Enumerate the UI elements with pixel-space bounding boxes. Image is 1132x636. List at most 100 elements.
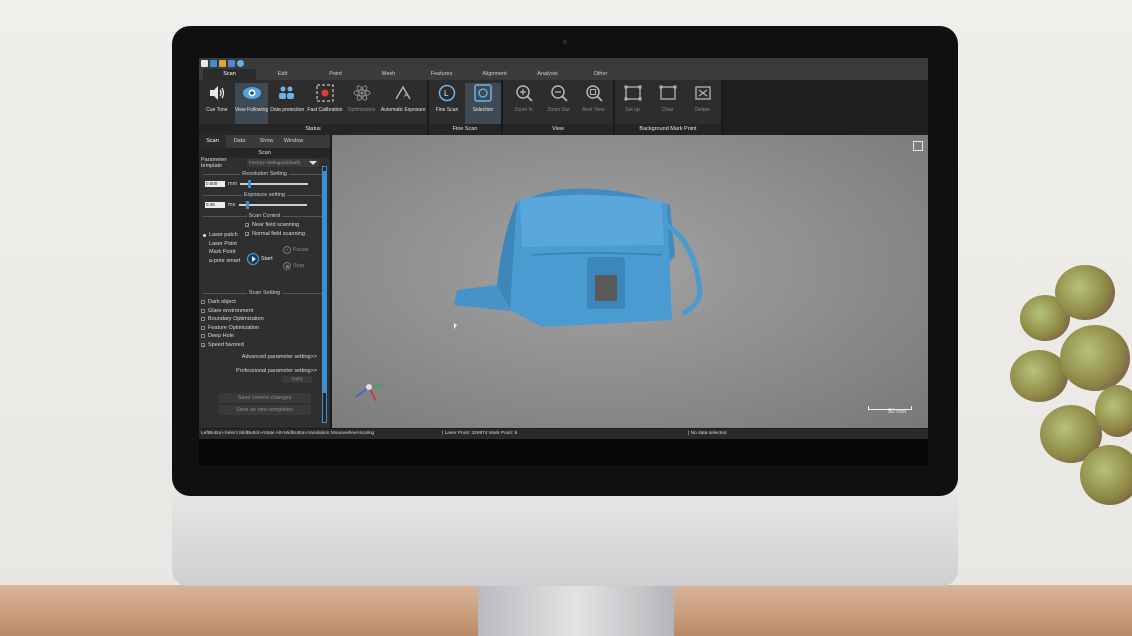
exposure-unit: ms [228, 202, 236, 208]
quick-access-toolbar [199, 58, 928, 69]
boundary-optimization-checkbox[interactable]: Boundary Optimization [199, 315, 330, 324]
advanced-parameter-link[interactable]: Advanced parameter setting>> [199, 352, 330, 362]
speed-favored-checkbox[interactable]: ✓ Speed favored [199, 341, 330, 350]
zoom-in-button[interactable]: Zoom In [506, 83, 541, 124]
status-selection: | No data selected [688, 431, 727, 436]
exposure-slider-thumb[interactable] [245, 201, 249, 209]
automatic-exposure-button[interactable]: A Automatic Exposure [379, 83, 427, 124]
resolution-slider-thumb[interactable] [248, 180, 252, 188]
atom-icon [352, 83, 372, 103]
scan-control-area: ✓ Near field scanning ✓ Normal field scann… [199, 221, 330, 287]
save-icon[interactable] [228, 60, 235, 67]
resolution-section-title: Resolution Setting [203, 170, 326, 179]
ribbon-group-view: Zoom In Zoom Out Best View View [503, 80, 615, 135]
menu-tab-other[interactable]: Other [574, 69, 627, 80]
selection-button[interactable]: Selection [465, 83, 501, 124]
ribbon-group-background-mark-point: Set up Clear Delete Background Mark Poin… [615, 80, 723, 135]
near-field-checkbox[interactable]: ✓ Near field scanning [243, 221, 299, 230]
ribbon-group-status-title: Status [199, 124, 427, 135]
set-up-button[interactable]: Set up [615, 83, 650, 124]
fine-scan-button[interactable]: L Fine Scan [429, 83, 465, 124]
ribbon-group-background-mark-point-title: Background Mark Point [615, 124, 721, 135]
resolution-slider[interactable] [240, 180, 309, 188]
mode-a-prior-smart[interactable]: a-prior smart [201, 257, 241, 266]
scan-mode-list: Laser patch Laser Point Mark Point a-pri… [201, 231, 241, 265]
panel-tab-data[interactable]: Data [226, 135, 253, 148]
clear-button[interactable]: Clear [650, 83, 685, 124]
menu-tab-features[interactable]: Features [415, 69, 468, 80]
deep-hole-checkbox[interactable]: Deep Hole [199, 332, 330, 341]
scan-control-section-title: Scan Control [203, 212, 326, 221]
open-folder-icon[interactable] [219, 60, 226, 67]
exposure-input[interactable]: 0.26 [205, 202, 225, 208]
webcam [563, 40, 567, 44]
panel-tabs: Scan Data Show Window [199, 135, 330, 148]
mouse-cursor [454, 323, 457, 329]
save-as-new-templates-button[interactable]: Save as new templates [218, 405, 311, 415]
panel-tab-show[interactable]: Show [253, 135, 280, 148]
3d-viewport[interactable]: Y 50 mm [332, 135, 928, 428]
normal-field-checkbox[interactable]: ✓ Normal field scanning [243, 230, 305, 239]
ribbon-group-fine-scan: L Fine Scan Selection Fine Scan [429, 80, 503, 135]
menu-tab-edit[interactable]: Edit [256, 69, 309, 80]
resolution-row: 0.500 mm [199, 179, 330, 189]
zoom-out-icon [549, 83, 569, 103]
axis-gizmo: Y [354, 379, 384, 407]
fast-calibration-button[interactable]: Fast Calibration [306, 83, 344, 124]
scanned-bag-model [454, 188, 703, 327]
parameter-template-select[interactable]: Factory settings(default) [247, 159, 319, 167]
ribbon-group-view-title: View [503, 124, 613, 135]
ribbon-group-fine-scan-title: Fine Scan [429, 124, 501, 135]
mode-laser-patch[interactable]: Laser patch [201, 231, 241, 240]
fullscreen-icon[interactable] [913, 141, 923, 151]
professional-parameter-link[interactable]: Professional parameter setting>> [199, 366, 330, 376]
exposure-icon: A [393, 83, 413, 103]
zoom-out-button[interactable]: Zoom Out [541, 83, 576, 124]
pause-button[interactable]: II Pause [283, 246, 309, 254]
scan-setting-section-title: Scan Setting [203, 289, 326, 298]
glare-environment-checkbox[interactable]: Glare environment [199, 307, 330, 316]
save-current-changes-button[interactable]: Save current changes [218, 393, 311, 403]
delete-button[interactable]: Delete [685, 83, 720, 124]
menu-tab-point[interactable]: Point [309, 69, 362, 80]
settings-icon[interactable] [237, 60, 244, 67]
dark-object-checkbox[interactable]: Dark object [199, 298, 330, 307]
start-button[interactable]: Start [247, 253, 273, 265]
cue-tone-button[interactable]: Cue Tone [199, 83, 235, 124]
resolution-input[interactable]: 0.500 [205, 181, 225, 187]
data-protection-button[interactable]: Data protection [268, 83, 306, 124]
menu-tab-mesh[interactable]: Mesh [362, 69, 415, 80]
best-view-icon [584, 83, 604, 103]
menu-tab-scan[interactable]: Scan [203, 69, 256, 80]
exposure-row: 0.26 ms [199, 200, 330, 210]
stop-button[interactable]: Stop [283, 262, 304, 270]
mode-mark-point[interactable]: Mark Point [201, 248, 241, 257]
scan-setting-list: Dark object Glare environment Boundary O… [199, 298, 330, 349]
feature-optimization-checkbox[interactable]: Feature Optimization [199, 324, 330, 333]
panel-scrollbar[interactable] [322, 166, 327, 423]
resolution-unit: mm [228, 181, 238, 187]
selection-icon [473, 83, 493, 103]
status-hint: LeftButton-Select MidButton-rotate Alt+M… [201, 431, 375, 436]
view-following-button[interactable]: View Following [234, 83, 269, 124]
panel-tab-window[interactable]: Window [280, 135, 307, 148]
screen-bottom [199, 439, 928, 465]
app-window: Scan Edit Point Mesh Features Alignment … [199, 58, 928, 465]
apply-button[interactable]: Apply [282, 376, 312, 383]
exposure-slider[interactable] [239, 201, 307, 209]
mode-laser-point[interactable]: Laser Point [201, 240, 241, 249]
calibration-target-icon [315, 83, 335, 103]
best-view-button[interactable]: Best View [576, 83, 611, 124]
optimization-button[interactable]: Optimization [344, 83, 380, 124]
monitor-stand [478, 585, 674, 636]
status-point-count: | Laser Point: 326974 Mark Point: 9 [442, 431, 518, 436]
menu-tab-analysis[interactable]: Analysis [521, 69, 574, 80]
parameter-template-row: Parameter template Factory settings(defa… [199, 157, 330, 169]
svg-text:A: A [404, 92, 409, 99]
new-file-icon[interactable] [201, 60, 208, 67]
panel-tab-scan[interactable]: Scan [199, 135, 226, 148]
scale-label: 50 mm [888, 409, 907, 415]
zoom-in-icon [514, 83, 534, 103]
sync-icon[interactable] [210, 60, 217, 67]
menu-tab-alignment[interactable]: Alignment [468, 69, 521, 80]
